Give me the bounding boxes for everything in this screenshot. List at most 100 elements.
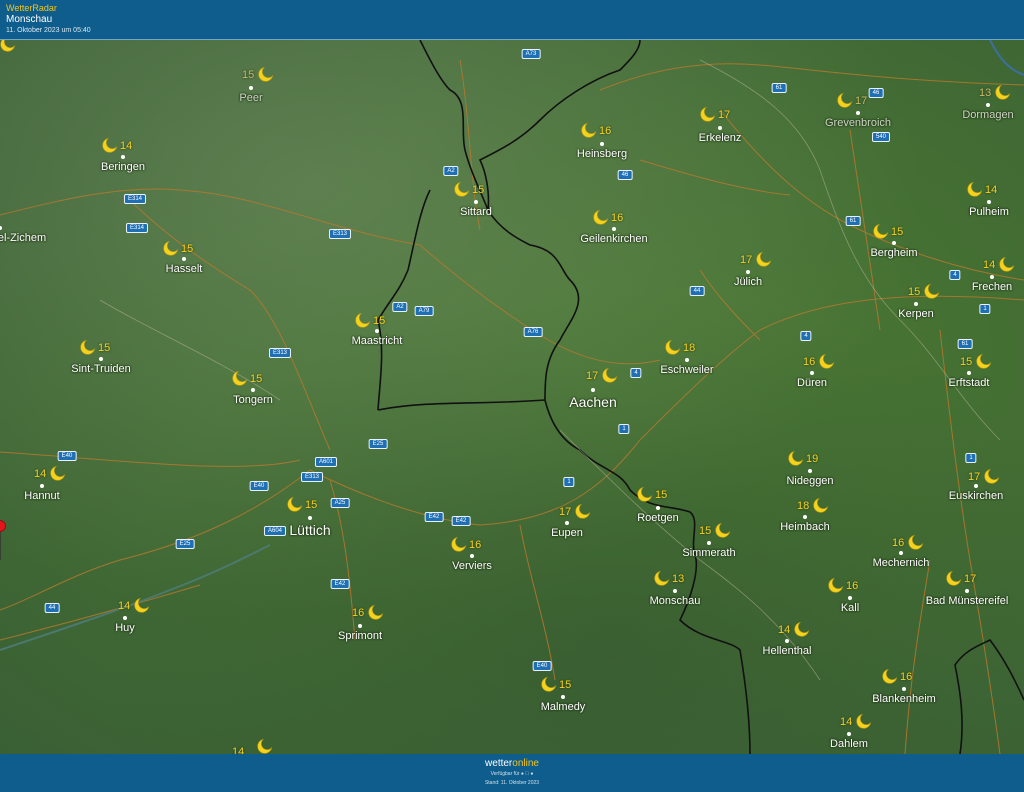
city-label[interactable]: Roetgen [637, 512, 679, 524]
city-label[interactable]: Monschau [650, 595, 701, 607]
crescent-moon-icon[interactable] [541, 676, 557, 692]
city-label[interactable]: Peer [239, 92, 262, 104]
city-label[interactable]: Kall [841, 602, 859, 614]
city-label[interactable]: Erkelenz [699, 132, 742, 144]
crescent-moon-icon[interactable] [134, 597, 150, 613]
crescent-moon-icon[interactable] [813, 497, 829, 513]
city-label[interactable]: Heinsberg [577, 148, 627, 160]
city-label[interactable]: Sittard [460, 206, 492, 218]
city-label[interactable]: Kerpen [898, 308, 933, 320]
crescent-moon-icon[interactable] [908, 534, 924, 550]
crescent-moon-icon[interactable] [995, 84, 1011, 100]
crescent-moon-icon[interactable] [882, 668, 898, 684]
city-dot [914, 302, 918, 306]
crescent-moon-icon[interactable] [593, 209, 609, 225]
crescent-moon-icon[interactable] [287, 496, 303, 512]
temperature-value: 16 [352, 607, 365, 619]
city-label[interactable]: Malmedy [541, 701, 586, 713]
city-label[interactable]: Simmerath [682, 547, 735, 559]
timestamp: 11. Oktober 2023 um 05:40 [6, 27, 91, 34]
city-label[interactable]: Beringen [101, 161, 145, 173]
crescent-moon-icon[interactable] [50, 465, 66, 481]
crescent-moon-icon[interactable] [0, 40, 16, 52]
city-dot [990, 275, 994, 279]
city-label[interactable]: Eupen [551, 527, 583, 539]
crescent-moon-icon[interactable] [602, 367, 618, 383]
city-label[interactable]: Sprimont [338, 630, 382, 642]
crescent-moon-icon[interactable] [163, 240, 179, 256]
city-dot [967, 371, 971, 375]
crescent-moon-icon[interactable] [581, 122, 597, 138]
city-label[interactable]: Heimbach [780, 521, 830, 533]
crescent-moon-icon[interactable] [451, 536, 467, 552]
city-label[interactable]: Sint-Truiden [71, 363, 131, 375]
crescent-moon-icon[interactable] [715, 522, 731, 538]
crescent-moon-icon[interactable] [946, 570, 962, 586]
city-label[interactable]: Aachen [569, 394, 616, 410]
city-label[interactable]: Verviers [452, 560, 492, 572]
temperature-value: 15 [98, 342, 111, 354]
city-label[interactable]: Grevenbroich [825, 117, 891, 129]
temperature-value: 16 [900, 671, 913, 683]
road-sign: E40 [532, 661, 552, 671]
crescent-moon-icon[interactable] [819, 353, 835, 369]
road-sign: 61 [957, 339, 973, 349]
crescent-moon-icon[interactable] [258, 66, 274, 82]
city-label[interactable]: Eschweiler [660, 364, 713, 376]
city-label[interactable]: Geilenkirchen [580, 233, 647, 245]
city-label[interactable]: Frechen [972, 281, 1012, 293]
city-label[interactable]: Nideggen [786, 475, 833, 487]
crescent-moon-icon[interactable] [794, 621, 810, 637]
crescent-moon-icon[interactable] [102, 137, 118, 153]
crescent-moon-icon[interactable] [665, 339, 681, 355]
city-label[interactable]: Pulheim [969, 206, 1009, 218]
road-sign: E25 [368, 439, 388, 449]
city-label[interactable]: el-Zichem [0, 232, 46, 244]
crescent-moon-icon[interactable] [976, 353, 992, 369]
city-label[interactable]: Hellenthal [763, 645, 812, 657]
city-label[interactable]: Blankenheim [872, 693, 936, 705]
crescent-moon-icon[interactable] [924, 283, 940, 299]
map-pin-icon[interactable] [0, 520, 6, 560]
city-label[interactable]: Bergheim [870, 247, 917, 259]
city-label[interactable]: Huy [115, 622, 135, 634]
crescent-moon-icon[interactable] [984, 468, 1000, 484]
crescent-moon-icon[interactable] [454, 181, 470, 197]
city-dot [249, 86, 253, 90]
city-label[interactable]: Lüttich [289, 522, 330, 538]
crescent-moon-icon[interactable] [637, 486, 653, 502]
road-sign: E40 [57, 451, 77, 461]
weather-map[interactable]: 15 Peer 14 Beringen el-Zichem 15 Hasselt 15 Sint… [0, 40, 1024, 754]
crescent-moon-icon[interactable] [967, 181, 983, 197]
crescent-moon-icon[interactable] [856, 713, 872, 729]
crescent-moon-icon[interactable] [828, 577, 844, 593]
update-stamp: Stand: 11. Oktober 2023 [484, 780, 540, 786]
crescent-moon-icon[interactable] [837, 92, 853, 108]
crescent-moon-icon[interactable] [756, 251, 772, 267]
crescent-moon-icon[interactable] [232, 370, 248, 386]
crescent-moon-icon[interactable] [654, 570, 670, 586]
city-label[interactable]: Dahlem [830, 738, 868, 750]
city-label[interactable]: Hasselt [166, 263, 203, 275]
city-dot [974, 484, 978, 488]
city-label[interactable]: Bad Münstereifel [926, 595, 1009, 607]
city-label[interactable]: Euskirchen [949, 490, 1003, 502]
crescent-moon-icon[interactable] [368, 604, 384, 620]
crescent-moon-icon[interactable] [873, 223, 889, 239]
crescent-moon-icon[interactable] [80, 339, 96, 355]
crescent-moon-icon[interactable] [257, 738, 273, 754]
city-label[interactable]: Erftstadt [949, 377, 990, 389]
city-label[interactable]: Dormagen [962, 109, 1013, 121]
crescent-moon-icon[interactable] [999, 256, 1015, 272]
city-label[interactable]: Tongern [233, 394, 273, 406]
crescent-moon-icon[interactable] [700, 106, 716, 122]
city-label[interactable]: Jülich [734, 276, 762, 288]
crescent-moon-icon[interactable] [788, 450, 804, 466]
city-dot [251, 388, 255, 392]
city-label[interactable]: Mechernich [873, 557, 930, 569]
crescent-moon-icon[interactable] [575, 503, 591, 519]
city-label[interactable]: Hannut [24, 490, 59, 502]
city-label[interactable]: Maastricht [352, 335, 403, 347]
city-label[interactable]: Düren [797, 377, 827, 389]
crescent-moon-icon[interactable] [355, 312, 371, 328]
